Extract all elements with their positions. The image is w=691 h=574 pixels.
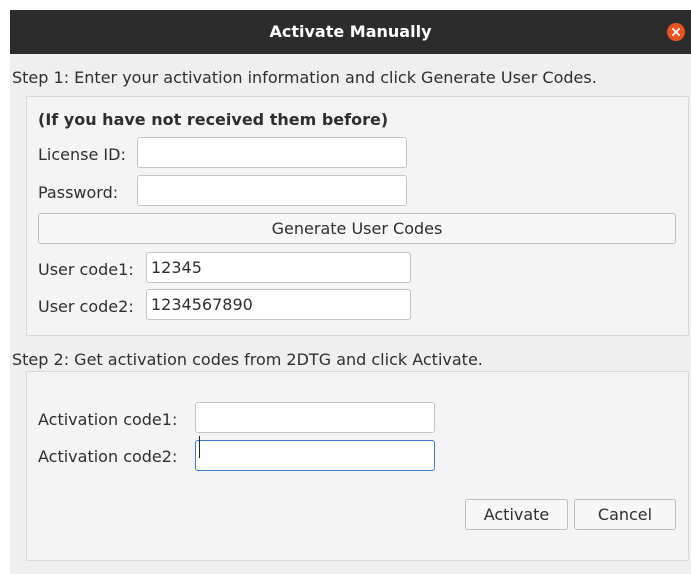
user-code1-field[interactable] (146, 252, 411, 283)
close-button[interactable] (667, 23, 685, 41)
window-title: Activate Manually (269, 22, 432, 41)
step2-label: Step 2: Get activation codes from 2DTG a… (12, 350, 483, 369)
user-code2-field[interactable] (146, 289, 411, 320)
activation-code2-field[interactable] (195, 440, 435, 471)
password-label: Password: (38, 183, 119, 202)
activation-code1-field[interactable] (195, 402, 435, 433)
step1-note: (If you have not received them before) (38, 110, 389, 129)
license-id-field[interactable] (137, 137, 407, 168)
activation-code1-label: Activation code1: (38, 410, 178, 429)
activation-code2-label: Activation code2: (38, 447, 178, 466)
close-icon (672, 28, 680, 36)
user-code1-label: User code1: (38, 260, 134, 279)
generate-user-codes-button[interactable]: Generate User Codes (38, 213, 676, 244)
user-code2-label: User code2: (38, 297, 134, 316)
password-field[interactable] (137, 175, 407, 206)
cancel-button[interactable]: Cancel (574, 499, 676, 530)
text-cursor (199, 436, 200, 458)
title-bar[interactable]: Activate Manually (10, 10, 691, 54)
license-id-label: License ID: (38, 145, 126, 164)
activate-button[interactable]: Activate (465, 499, 568, 530)
step1-label: Step 1: Enter your activation informatio… (12, 68, 597, 87)
